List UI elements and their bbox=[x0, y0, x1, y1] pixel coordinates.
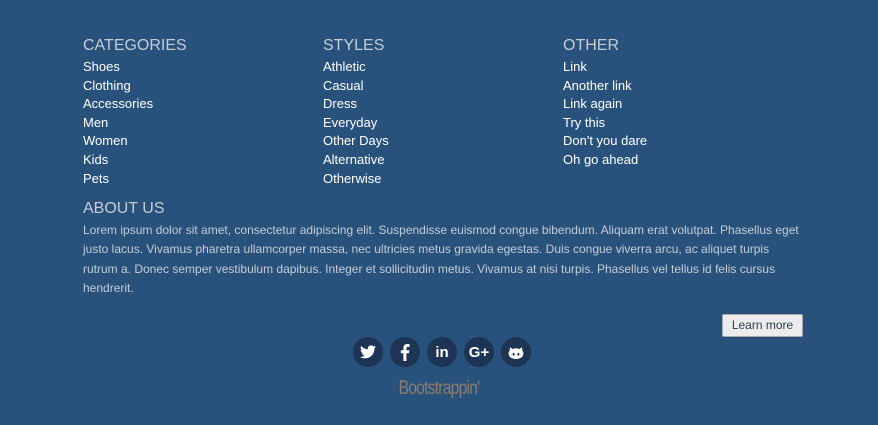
list-item: Casual bbox=[323, 77, 563, 96]
footer-link-athletic[interactable]: Athletic bbox=[323, 59, 366, 74]
footer: CATEGORIES Shoes Clothing Accessories Me… bbox=[83, 36, 803, 298]
list-item: Other Days bbox=[323, 132, 563, 151]
list-item: Dress bbox=[323, 95, 563, 114]
footer-link-women[interactable]: Women bbox=[83, 133, 128, 148]
footer-link-alternative[interactable]: Alternative bbox=[323, 152, 384, 167]
linkedin-icon[interactable]: in bbox=[427, 337, 457, 367]
footer-link-try-this[interactable]: Try this bbox=[563, 115, 605, 130]
google-plus-icon[interactable]: G+ bbox=[464, 337, 494, 367]
column-title: CATEGORIES bbox=[83, 37, 187, 54]
list-item: Women bbox=[83, 132, 323, 151]
list-item: Another link bbox=[563, 77, 803, 96]
footer-link-otherwise[interactable]: Otherwise bbox=[323, 171, 382, 186]
list-item: Alternative bbox=[323, 151, 563, 170]
github-icon[interactable] bbox=[501, 337, 531, 367]
list-item: Athletic bbox=[323, 58, 563, 77]
list-item: Men bbox=[83, 114, 323, 133]
list-item: Oh go ahead bbox=[563, 151, 803, 170]
footer-columns: CATEGORIES Shoes Clothing Accessories Me… bbox=[83, 36, 803, 188]
footer-link-clothing[interactable]: Clothing bbox=[83, 78, 131, 93]
about-section: ABOUT US Lorem ipsum dolor sit amet, con… bbox=[83, 199, 803, 298]
footer-link-casual[interactable]: Casual bbox=[323, 78, 363, 93]
column-styles: STYLES Athletic Casual Dress Everyday Ot… bbox=[323, 36, 563, 188]
list-item: Try this bbox=[563, 114, 803, 133]
list-item: Clothing bbox=[83, 77, 323, 96]
footer-link-oh-go-ahead[interactable]: Oh go ahead bbox=[563, 152, 638, 167]
column-title: OTHER bbox=[563, 37, 619, 54]
link-list: Shoes Clothing Accessories Men Women Kid… bbox=[83, 58, 323, 188]
footer-link-men[interactable]: Men bbox=[83, 115, 108, 130]
footer-link-dont-you-dare[interactable]: Don't you dare bbox=[563, 133, 647, 148]
list-item: Shoes bbox=[83, 58, 323, 77]
list-item: Kids bbox=[83, 151, 323, 170]
list-item: Pets bbox=[83, 170, 323, 189]
footer-link-pets[interactable]: Pets bbox=[83, 171, 109, 186]
list-item: Link bbox=[563, 58, 803, 77]
footer-link-accessories[interactable]: Accessories bbox=[83, 96, 153, 111]
about-text: Lorem ipsum dolor sit amet, consectetur … bbox=[83, 223, 799, 295]
list-item: Don't you dare bbox=[563, 132, 803, 151]
footer-link-other-days[interactable]: Other Days bbox=[323, 133, 389, 148]
list-item: Everyday bbox=[323, 114, 563, 133]
learn-more-button[interactable]: Learn more bbox=[722, 314, 803, 337]
social-links: in G+ bbox=[353, 337, 531, 367]
brand-logo: Bootstrappin' bbox=[398, 378, 481, 399]
footer-link-shoes[interactable]: Shoes bbox=[83, 59, 120, 74]
footer-link-kids[interactable]: Kids bbox=[83, 152, 108, 167]
facebook-icon[interactable] bbox=[390, 337, 420, 367]
footer-link-dress[interactable]: Dress bbox=[323, 96, 357, 111]
footer-link-another-link[interactable]: Another link bbox=[563, 78, 632, 93]
list-item: Accessories bbox=[83, 95, 323, 114]
footer-link-link-again[interactable]: Link again bbox=[563, 96, 622, 111]
column-title: STYLES bbox=[323, 37, 385, 54]
column-other: OTHER Link Another link Link again Try t… bbox=[563, 36, 803, 188]
about-title: ABOUT US bbox=[83, 200, 165, 218]
footer-link-link[interactable]: Link bbox=[563, 59, 587, 74]
column-categories: CATEGORIES Shoes Clothing Accessories Me… bbox=[83, 36, 323, 188]
twitter-icon[interactable] bbox=[353, 337, 383, 367]
footer-link-everyday[interactable]: Everyday bbox=[323, 115, 377, 130]
list-item: Otherwise bbox=[323, 170, 563, 189]
list-item: Link again bbox=[563, 95, 803, 114]
link-list: Athletic Casual Dress Everyday Other Day… bbox=[323, 58, 563, 188]
link-list: Link Another link Link again Try this Do… bbox=[563, 58, 803, 170]
